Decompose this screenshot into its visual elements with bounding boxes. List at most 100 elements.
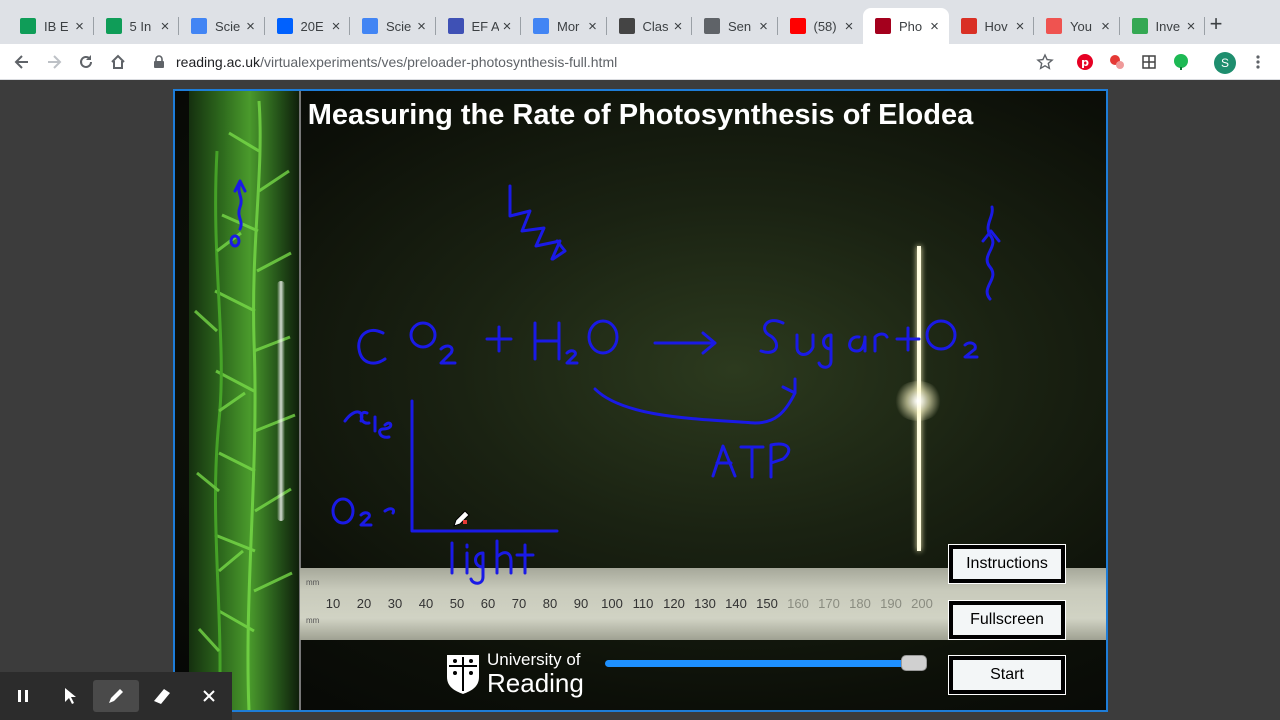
tab-title: Sen: [728, 18, 752, 34]
tab-close-icon[interactable]: ×: [1012, 18, 1028, 35]
ruler-tick-label: 10: [325, 596, 341, 611]
pen-icon: [109, 689, 124, 703]
ruler-tick-label: 100: [601, 596, 623, 611]
university-logo: University of Reading: [445, 651, 584, 696]
classroom-icon: [618, 18, 635, 34]
slider-thumb[interactable]: [901, 655, 927, 671]
home-button[interactable]: [106, 50, 130, 74]
tab-close-icon[interactable]: ×: [414, 18, 430, 35]
close-icon: [203, 690, 215, 702]
tab-title: IB E: [44, 18, 69, 34]
instructions-button-label: Instructions: [953, 549, 1061, 579]
tab-close-icon[interactable]: ×: [1098, 18, 1114, 35]
url-text: reading.ac.uk/virtualexperiments/ves/pre…: [176, 54, 618, 70]
forms-icon: [447, 18, 464, 34]
eraser-tool-button[interactable]: [139, 680, 185, 712]
new-tab-button[interactable]: +: [1204, 12, 1228, 36]
browser-tab[interactable]: Inve ×: [1120, 8, 1206, 44]
browser-tab[interactable]: Scie ×: [350, 8, 436, 44]
browser-tab[interactable]: (58) ×: [778, 8, 864, 44]
address-bar[interactable]: reading.ac.uk/virtualexperiments/ves/pre…: [142, 48, 1066, 76]
forward-arrow-icon: [48, 55, 62, 69]
browser-tab[interactable]: 20E ×: [265, 8, 351, 44]
profile-avatar[interactable]: S: [1214, 52, 1236, 74]
ruler-tick-label: 110: [632, 596, 654, 611]
tab-close-icon[interactable]: ×: [499, 18, 515, 35]
tab-close-icon[interactable]: ×: [841, 18, 857, 35]
leaf-icon: [1131, 18, 1148, 34]
tab-title: You: [1070, 18, 1092, 34]
tab-title: Hov: [984, 18, 1008, 34]
elodea-test-tube: [189, 91, 301, 710]
reading-crest-icon: [447, 654, 479, 694]
tab-close-icon[interactable]: ×: [72, 18, 88, 35]
ruler-tick-label: 140: [725, 596, 747, 611]
grid-extension[interactable]: [1137, 50, 1161, 74]
home-icon: [111, 54, 125, 69]
sheets-icon: [20, 18, 36, 34]
ruler-tick-label: 200: [911, 596, 933, 611]
forward-button[interactable]: [42, 50, 66, 74]
light-intensity-slider[interactable]: [605, 655, 927, 671]
browser-tab[interactable]: Mor ×: [521, 8, 607, 44]
back-button[interactable]: [10, 50, 34, 74]
tab-title: (58): [813, 18, 837, 34]
pen-tool-button[interactable]: [92, 680, 140, 712]
ruler-tick-label: 70: [511, 596, 527, 611]
green-extension[interactable]: [1169, 50, 1193, 74]
instructions-button[interactable]: Instructions: [948, 544, 1066, 584]
browser-tab[interactable]: Scie ×: [179, 8, 265, 44]
tab-close-icon[interactable]: ×: [243, 18, 259, 35]
ruler-tick-label: 20: [356, 596, 372, 611]
ruler-tick-label: 60: [480, 596, 496, 611]
start-button-label: Start: [953, 660, 1061, 690]
pointer-tool-button[interactable]: [46, 680, 92, 712]
lock-icon: [154, 55, 164, 68]
tab-strip: IB E × 5 In × Scie × 20E × Scie × EF A × Mor × Clas × Se…: [0, 0, 1280, 44]
dropbox-icon: [276, 18, 293, 34]
globe-icon: [704, 18, 720, 34]
pointer-icon: [64, 688, 76, 704]
ruler-tick-label: 80: [542, 596, 558, 611]
reload-icon: [80, 55, 92, 68]
page-content: Measuring the Rate of Photosynthesis of …: [0, 80, 1280, 720]
docs-icon: [362, 18, 378, 34]
reload-button[interactable]: [74, 50, 98, 74]
browser-tab[interactable]: Hov ×: [949, 8, 1035, 44]
screencast-extension[interactable]: [1105, 50, 1129, 74]
tab-title: Inve: [1155, 18, 1181, 34]
bookmark-star-button[interactable]: [1033, 50, 1057, 74]
browser-tab[interactable]: EF A ×: [436, 8, 522, 44]
pause-button[interactable]: [0, 680, 46, 712]
tab-close-icon[interactable]: ×: [927, 18, 943, 35]
browser-tab[interactable]: 5 In ×: [94, 8, 180, 44]
record-icon: [1110, 55, 1124, 69]
tab-close-icon[interactable]: ×: [157, 18, 173, 35]
tab-close-icon[interactable]: ×: [756, 18, 772, 35]
grid-icon: [1142, 55, 1156, 69]
browser-tab[interactable]: Pho ×: [863, 8, 949, 44]
ruler-tick-label: 120: [663, 596, 685, 611]
youtube-icon: [789, 18, 806, 34]
kebab-menu-icon: [1256, 55, 1260, 69]
tab-close-icon[interactable]: ×: [1183, 18, 1199, 35]
browser-tab[interactable]: Sen ×: [692, 8, 778, 44]
close-toolbar-button[interactable]: [186, 680, 232, 712]
ruler-tick-label: 190: [880, 596, 902, 611]
tab-close-icon[interactable]: ×: [670, 18, 686, 35]
browser-menu-button[interactable]: [1246, 50, 1270, 74]
tab-close-icon[interactable]: ×: [585, 18, 601, 35]
browser-tab[interactable]: IB E ×: [8, 8, 94, 44]
fullscreen-button[interactable]: Fullscreen: [948, 600, 1066, 640]
sheets-icon: [105, 18, 122, 34]
annotation-toolbar: [0, 672, 232, 720]
tab-close-icon[interactable]: ×: [328, 18, 344, 35]
tab-title: Mor: [557, 18, 580, 34]
pinterest-extension[interactable]: p: [1073, 50, 1097, 74]
docs-icon: [533, 18, 549, 34]
start-button[interactable]: Start: [948, 655, 1066, 695]
browser-tab[interactable]: You ×: [1034, 8, 1120, 44]
slider-track[interactable]: [605, 660, 927, 667]
news-icon: [960, 18, 977, 34]
browser-tab[interactable]: Clas ×: [607, 8, 693, 44]
